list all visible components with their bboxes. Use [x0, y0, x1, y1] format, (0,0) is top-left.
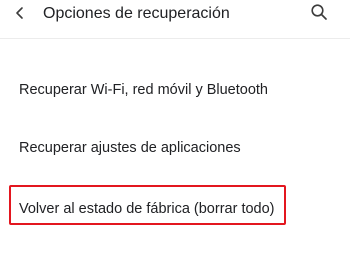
chevron-left-icon — [14, 6, 26, 25]
recovery-options-screen: Opciones de recuperación Recuperar Wi-Fi… — [0, 0, 350, 257]
menu-item-reset-network[interactable]: Recuperar Wi-Fi, red móvil y Bluetooth — [0, 68, 350, 112]
menu-item-reset-app-preferences[interactable]: Recuperar ajustes de aplicaciones — [0, 126, 350, 170]
page-title: Opciones de recuperación — [43, 5, 230, 22]
menu-item-label: Recuperar ajustes de aplicaciones — [19, 140, 241, 156]
search-button[interactable] — [304, 1, 334, 27]
search-icon — [310, 3, 328, 26]
back-button[interactable] — [5, 3, 35, 27]
header-divider — [0, 38, 350, 39]
app-bar: Opciones de recuperación — [0, 0, 350, 38]
menu-item-label: Recuperar Wi-Fi, red móvil y Bluetooth — [19, 82, 268, 98]
menu-item-label: Volver al estado de fábrica (borrar todo… — [19, 201, 275, 217]
menu-item-factory-reset[interactable]: Volver al estado de fábrica (borrar todo… — [0, 184, 350, 228]
